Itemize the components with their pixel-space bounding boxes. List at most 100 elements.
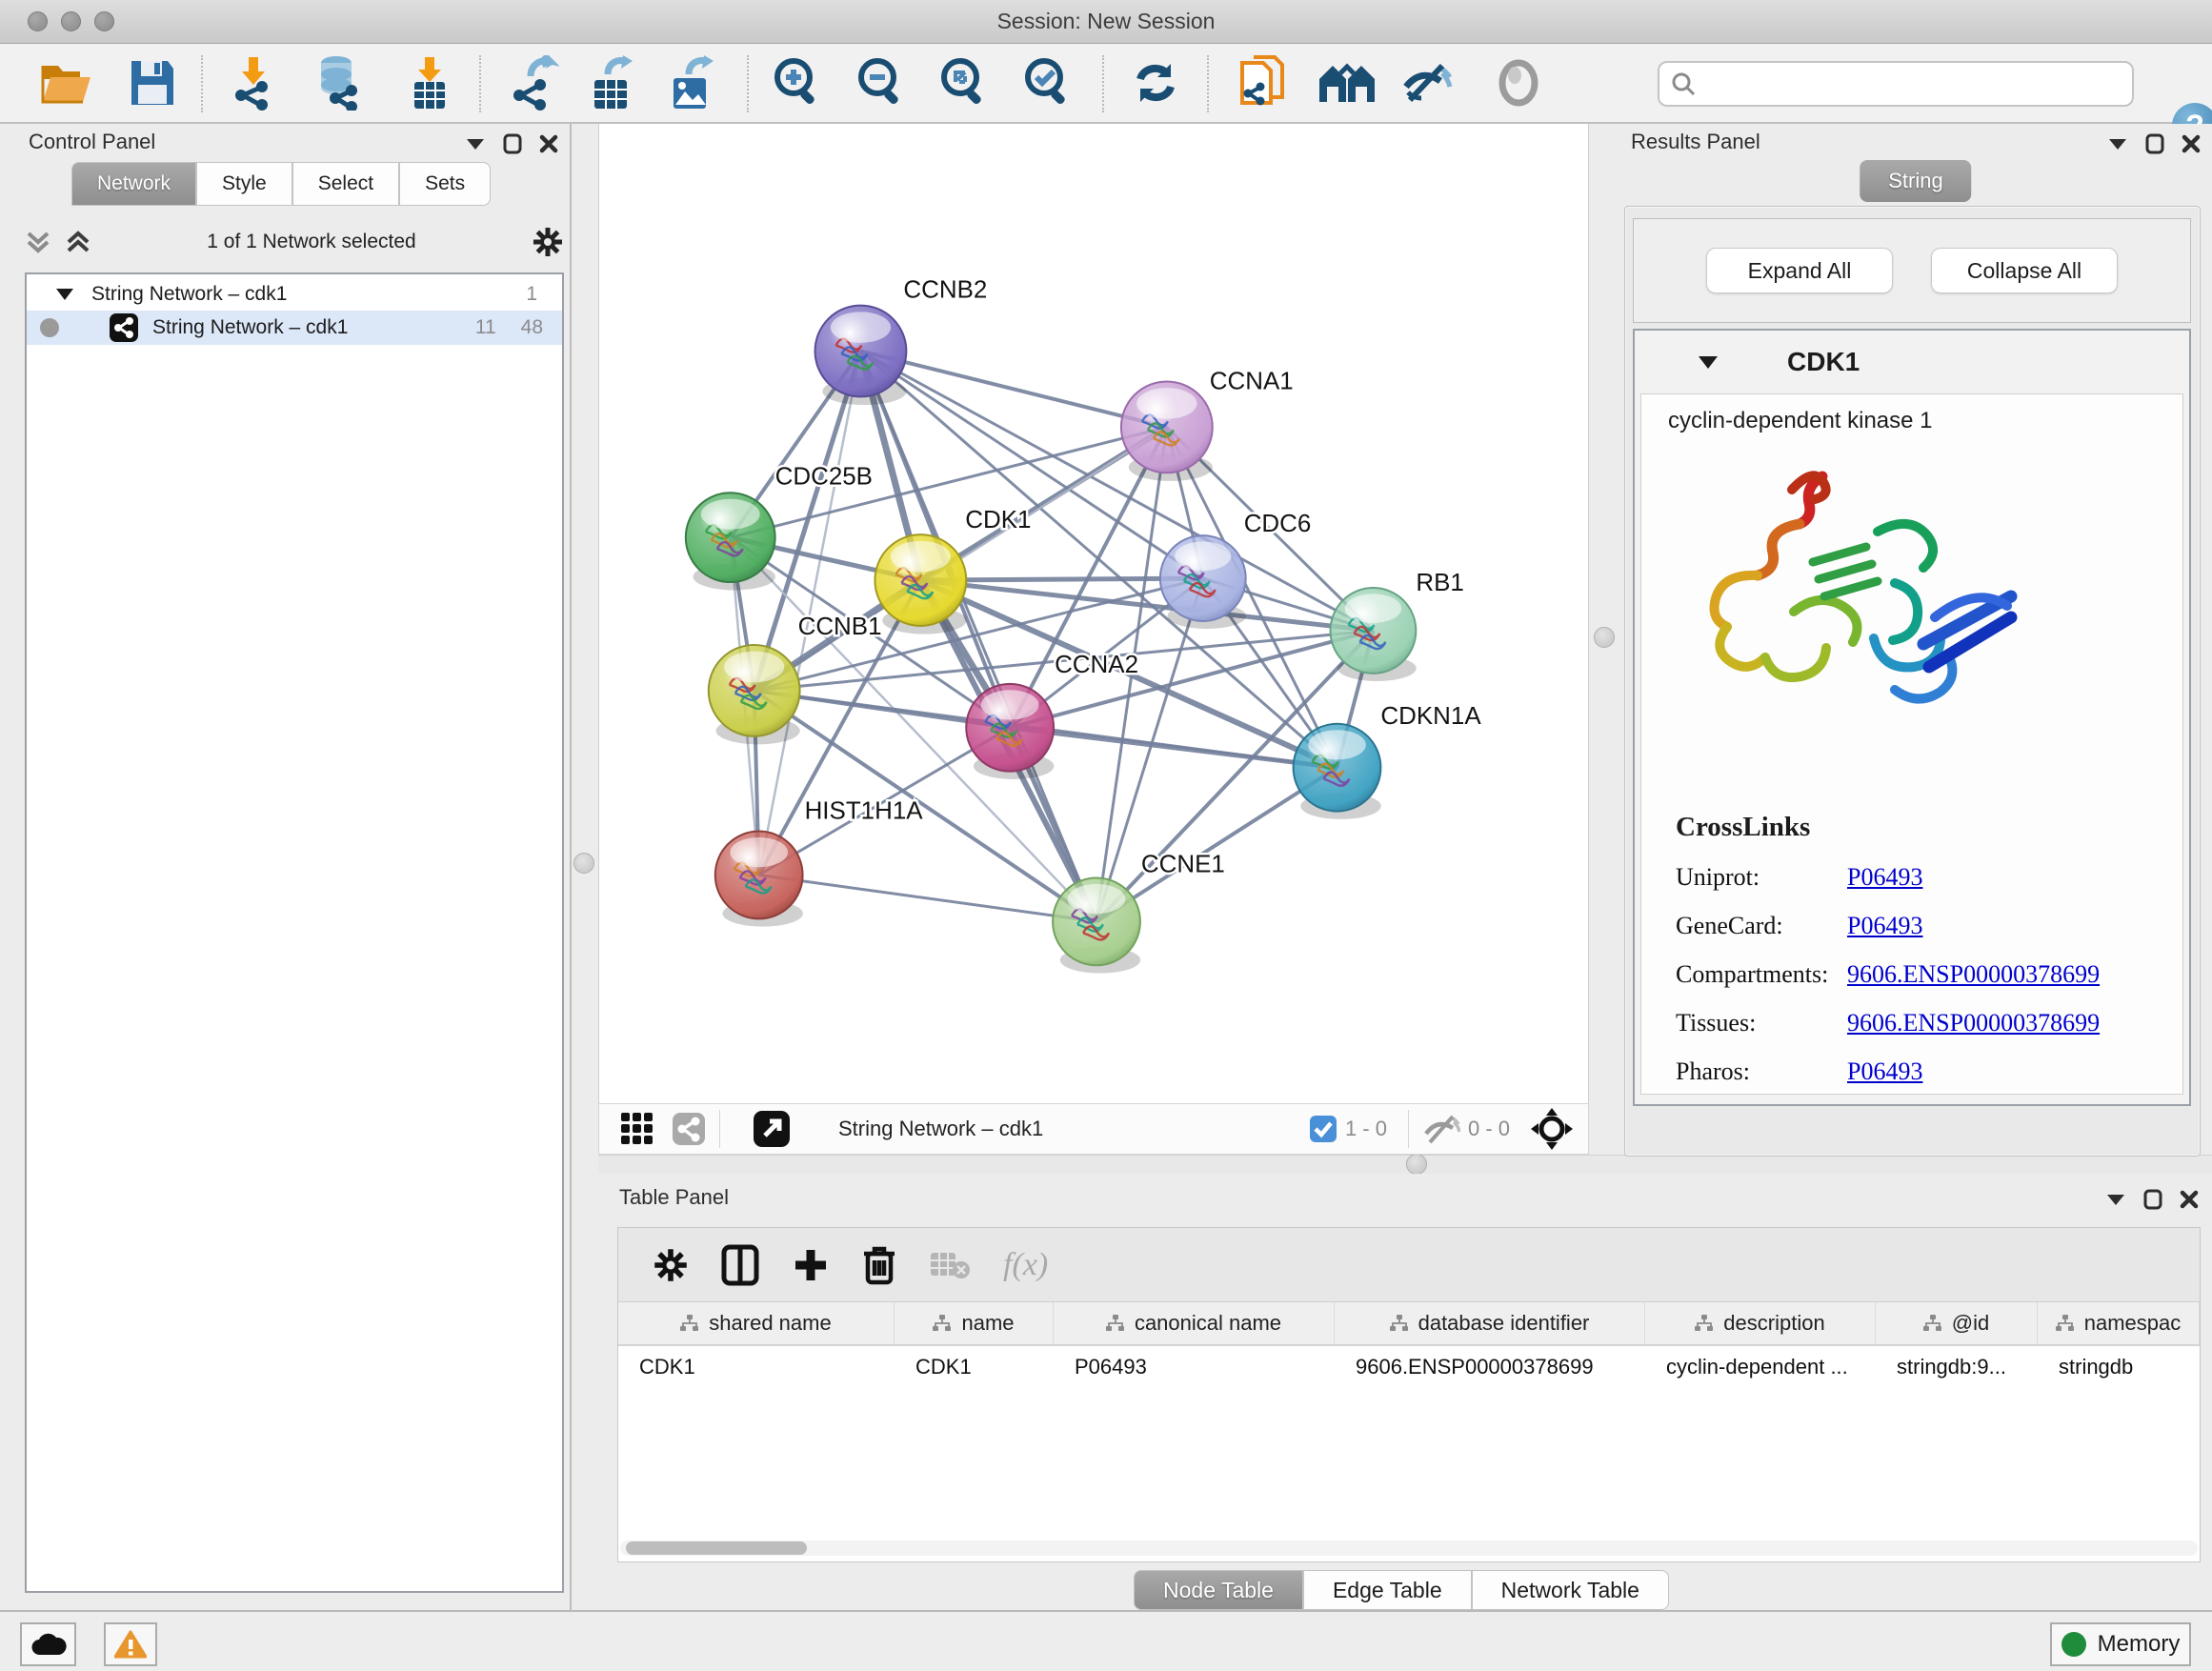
collapse-all-button[interactable]: Collapse All <box>1931 248 2118 293</box>
tab-node-table[interactable]: Node Table <box>1134 1570 1303 1610</box>
collapse-all-networks-icon[interactable] <box>25 228 51 256</box>
node-label-HIST1H1A: HIST1H1A <box>805 798 924 825</box>
fit-content-crosshair-icon[interactable] <box>1531 1108 1573 1150</box>
grid-view-icon[interactable] <box>620 1112 654 1146</box>
column-header-name[interactable]: name <box>895 1302 1054 1344</box>
export-image-icon[interactable] <box>666 55 715 111</box>
column-header-description[interactable]: description <box>1645 1302 1876 1344</box>
column-header-canonical-name[interactable]: canonical name <box>1054 1302 1335 1344</box>
crosslink-value[interactable]: P06493 <box>1847 863 1922 892</box>
duplicate-network-icon[interactable] <box>1237 53 1290 112</box>
expand-all-button[interactable]: Expand All <box>1706 248 1893 293</box>
table-panel-divider[interactable] <box>598 1155 2212 1174</box>
zoom-selected-icon[interactable] <box>1021 56 1075 110</box>
node-CDC6[interactable] <box>1160 535 1246 629</box>
node-CDK1[interactable] <box>875 534 966 634</box>
table-settings-gear-icon[interactable] <box>653 1247 689 1283</box>
tab-network-table[interactable]: Network Table <box>1472 1570 1669 1610</box>
import-database-icon[interactable] <box>312 55 365 111</box>
hide-unhide-icon[interactable] <box>1398 58 1454 108</box>
crosslink-value[interactable]: P06493 <box>1847 1057 1922 1086</box>
edge-CCNB2-CCNE1[interactable] <box>860 352 1096 922</box>
float-panel-icon[interactable] <box>503 133 522 154</box>
left-panel-divider[interactable] <box>570 124 598 1610</box>
column-header-shared-name[interactable]: shared name <box>618 1302 895 1344</box>
expand-all-networks-icon[interactable] <box>65 228 91 256</box>
column-header-namespac[interactable]: namespac <box>2038 1302 2200 1344</box>
hidden-elements-icon[interactable] <box>1422 1113 1460 1145</box>
network-canvas[interactable]: CCNB2CCNA1CDC25BCDK1CDC6RB1CCNB1CCNA2CDK… <box>598 124 1589 1103</box>
import-network-icon[interactable] <box>228 55 279 111</box>
show-columns-icon[interactable] <box>721 1244 759 1286</box>
string-homes-icon[interactable] <box>1317 60 1377 106</box>
tab-style[interactable]: Style <box>196 162 292 206</box>
tab-select[interactable]: Select <box>292 162 399 206</box>
node-CCNB1[interactable] <box>709 645 800 744</box>
edge-HIST1H1A-CCNE1[interactable] <box>759 875 1096 921</box>
network-share-view-icon[interactable] <box>672 1112 706 1146</box>
collection-expand-icon[interactable] <box>55 287 74 302</box>
table-cell[interactable]: CDK1 <box>618 1346 895 1388</box>
tab-sets[interactable]: Sets <box>399 162 491 206</box>
warning-button[interactable] <box>104 1622 157 1666</box>
memory-button[interactable]: Memory <box>2050 1622 2191 1666</box>
node-table[interactable]: shared namenamecanonical namedatabase id… <box>618 1302 2200 1521</box>
table-cell[interactable]: cyclin-dependent ... <box>1645 1346 1876 1388</box>
cloud-button[interactable] <box>20 1622 76 1666</box>
tab-string[interactable]: String <box>1860 160 1971 202</box>
column-header-database-identifier[interactable]: database identifier <box>1335 1302 1645 1344</box>
export-table-icon[interactable] <box>587 55 636 111</box>
crosslink-value[interactable]: P06493 <box>1847 912 1922 940</box>
selected-nodes-checkbox[interactable] <box>1309 1115 1337 1143</box>
node-RB1[interactable] <box>1331 588 1417 681</box>
detach-view-icon[interactable] <box>753 1110 791 1148</box>
search-input[interactable] <box>1698 72 2132 95</box>
node-CDKN1A[interactable] <box>1294 724 1381 819</box>
close-panel-icon[interactable] <box>2182 134 2201 153</box>
export-network-icon[interactable] <box>508 55 559 111</box>
table-cell[interactable]: stringdb <box>2038 1346 2200 1388</box>
node-CCNB2[interactable] <box>815 306 907 405</box>
node-CCNA1[interactable] <box>1121 381 1213 480</box>
import-table-icon[interactable] <box>407 55 452 111</box>
open-file-icon[interactable] <box>39 58 94 108</box>
table-row[interactable]: CDK1CDK1P064939606.ENSP00000378699cyclin… <box>618 1346 2200 1388</box>
edge-CCNB2-CCNA1[interactable] <box>860 352 1166 428</box>
node-CDC25B[interactable] <box>686 493 775 590</box>
scrollbar-thumb[interactable] <box>626 1541 807 1555</box>
float-panel-icon[interactable] <box>2143 1189 2162 1210</box>
network-edge-count: 48 <box>521 316 543 339</box>
zoom-fit-icon[interactable] <box>937 56 991 110</box>
panel-menu-icon[interactable] <box>2107 136 2128 151</box>
table-cell[interactable]: 9606.ENSP00000378699 <box>1335 1346 1645 1388</box>
crosslink-value[interactable]: 9606.ENSP00000378699 <box>1847 1009 2100 1037</box>
network-row-selected[interactable]: String Network – cdk1 11 48 <box>27 311 562 345</box>
float-panel-icon[interactable] <box>2145 133 2164 154</box>
node-CCNE1[interactable] <box>1053 877 1140 973</box>
control-panel: Control Panel Network Style Select Sets … <box>0 124 570 1610</box>
close-panel-icon[interactable] <box>2180 1190 2199 1209</box>
panel-menu-icon[interactable] <box>465 136 486 151</box>
save-session-icon[interactable] <box>129 58 176 108</box>
delete-column-icon[interactable] <box>862 1244 896 1286</box>
node-HIST1H1A[interactable] <box>715 832 803 927</box>
table-cell[interactable]: CDK1 <box>895 1346 1054 1388</box>
refresh-icon[interactable] <box>1131 58 1180 108</box>
preview-icon[interactable] <box>1495 58 1542 108</box>
gene-collapse-icon[interactable] <box>1698 354 1719 370</box>
panel-menu-icon[interactable] <box>2105 1192 2126 1207</box>
zoom-in-icon[interactable] <box>771 56 824 110</box>
table-cell[interactable]: P06493 <box>1054 1346 1335 1388</box>
table-horizontal-scrollbar[interactable] <box>620 1540 2198 1556</box>
column-header--id[interactable]: @id <box>1876 1302 2038 1344</box>
crosslink-value[interactable]: 9606.ENSP00000378699 <box>1847 960 2100 989</box>
network-options-gear-icon[interactable] <box>532 226 564 258</box>
add-column-icon[interactable] <box>792 1246 830 1284</box>
table-cell[interactable]: stringdb:9... <box>1876 1346 2038 1388</box>
close-panel-icon[interactable] <box>539 134 558 153</box>
tab-network[interactable]: Network <box>71 162 196 206</box>
tab-edge-table[interactable]: Edge Table <box>1303 1570 1472 1610</box>
network-collection-row[interactable]: String Network – cdk1 1 <box>27 278 562 311</box>
zoom-out-icon[interactable] <box>855 56 908 110</box>
node-CCNA2[interactable] <box>966 684 1054 779</box>
